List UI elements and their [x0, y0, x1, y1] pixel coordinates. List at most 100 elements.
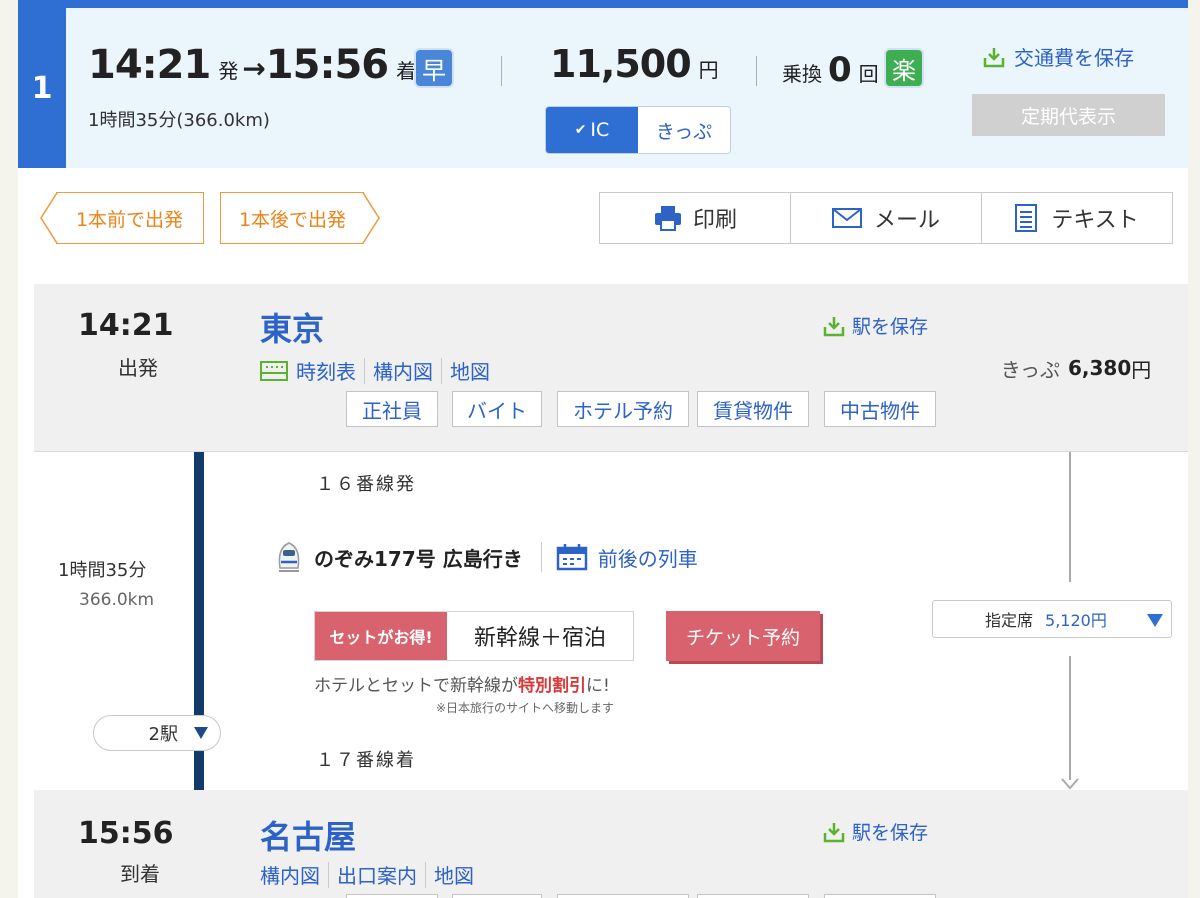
station-map-link[interactable]: 構内図: [260, 860, 320, 889]
save-station-label: 駅を保存: [852, 316, 929, 338]
departure-station-links: 時刻表 構内図 地図: [260, 356, 490, 385]
timetable-icon: [260, 360, 288, 381]
departure-station-name[interactable]: 東京: [260, 304, 324, 350]
tag-partial[interactable]: [824, 894, 936, 898]
departure-fare-panel: きっぷ 6,380 円: [964, 284, 1188, 452]
text-button[interactable]: テキスト: [981, 192, 1173, 244]
ic-label: IC: [590, 119, 610, 141]
transfer-unit: 回: [858, 62, 879, 86]
tag-hotel-booking[interactable]: ホテル予約: [557, 391, 689, 427]
tag-rental-property[interactable]: 賃貸物件: [697, 391, 809, 427]
stops-count: 2駅: [148, 724, 178, 745]
tag-partial[interactable]: [557, 894, 689, 898]
fast-badge-icon: 早: [414, 48, 454, 88]
departure-station-block: 14:21 出発 東京 駅を保存 時刻表 構内図 地図 正社員 バイト ホテル予…: [34, 284, 988, 452]
tag-parttime-jobs[interactable]: バイト: [452, 391, 542, 427]
divider: [501, 56, 502, 86]
adjacent-trains-link[interactable]: 前後の列車: [598, 543, 698, 572]
route-times: 14:21 発 → 15:56 着: [88, 42, 416, 88]
seat-type: 指定席: [985, 611, 1034, 630]
check-icon: ✔: [574, 122, 587, 138]
mail-button[interactable]: メール: [790, 192, 982, 244]
tag-fulltime-jobs[interactable]: 正社員: [346, 391, 438, 427]
download-icon: [983, 47, 1005, 67]
departure-time: 14:21: [78, 308, 174, 343]
divider: [540, 542, 542, 572]
arrow-down-icon: [1061, 778, 1079, 790]
arrow-icon: →: [242, 52, 266, 85]
ic-toggle-button[interactable]: ✔ IC: [546, 107, 638, 153]
fare-connector-line: [1069, 452, 1071, 582]
map-link[interactable]: 地図: [450, 356, 490, 385]
tag-partial[interactable]: [452, 894, 542, 898]
divider: [756, 56, 757, 86]
bullet-train-icon: [278, 542, 300, 572]
depart-suffix: 発: [218, 59, 239, 83]
tag-partial[interactable]: [697, 894, 809, 898]
next-train-label: 1本後で出発: [238, 208, 347, 231]
save-station-link[interactable]: 駅を保存: [822, 312, 928, 339]
station-map-link[interactable]: 構内図: [373, 356, 433, 385]
envelope-icon: [831, 208, 862, 228]
promo-title: 新幹線＋宿泊: [447, 612, 633, 660]
timetable-link[interactable]: 時刻表: [296, 356, 356, 385]
arrive-time: 15:56: [265, 42, 389, 88]
next-train-button[interactable]: 1本後で出発: [220, 191, 380, 244]
seat-price: 5,120円: [1045, 611, 1107, 630]
segment-distance: 366.0km: [79, 590, 155, 610]
commuter-pass-button[interactable]: 定期代表示: [972, 94, 1165, 136]
segment-duration: 1時間35分: [58, 560, 147, 581]
fare-value: 11,500: [550, 42, 692, 86]
fare-connector-line: [1069, 656, 1071, 780]
transfer-count: 0: [828, 50, 852, 90]
arrival-station-links: 構内図 出口案内 地図: [260, 860, 474, 889]
promo-subnote: ※日本旅行のサイトへ移動します: [436, 701, 615, 715]
promo-note-text: ホテルとセットで新幹線が: [314, 676, 518, 696]
ticket-reserve-button[interactable]: チケット予約: [666, 611, 820, 661]
previous-train-button[interactable]: 1本前で出発: [40, 191, 204, 244]
save-station-link[interactable]: 駅を保存: [822, 818, 928, 845]
previous-train-label: 1本前で出発: [75, 208, 184, 231]
train-info-row: のぞみ177号 広島行き 前後の列車: [274, 540, 698, 574]
divider: [328, 861, 329, 888]
hotel-set-promo[interactable]: セットがお得! 新幹線＋宿泊: [314, 611, 634, 661]
save-station-label: 駅を保存: [852, 822, 929, 844]
text-label: テキスト: [1051, 208, 1139, 233]
transfer-label: 乗換: [782, 62, 822, 86]
calendar-icon: [556, 544, 587, 571]
top-accent-bar: [18, 0, 1188, 8]
transfer-summary: 乗換 0 回: [782, 50, 879, 90]
chevron-right-icon: [362, 191, 380, 244]
save-cost-label: 交通費を保存: [1014, 46, 1134, 70]
divider: [34, 451, 1188, 452]
tag-partial[interactable]: [346, 894, 438, 898]
route-summary-header: 1 14:21 発 → 15:56 着 早 1時間35分(366.0km) 11…: [18, 8, 1188, 168]
promo-badge: セットがお得!: [315, 612, 447, 660]
print-button[interactable]: 印刷: [599, 192, 791, 244]
ticket-toggle-button[interactable]: きっぷ: [638, 107, 730, 153]
departure-status: 出発: [118, 356, 158, 380]
exit-guide-link[interactable]: 出口案内: [337, 860, 417, 889]
divider: [441, 357, 442, 384]
download-icon: [823, 316, 845, 336]
map-link[interactable]: 地図: [434, 860, 474, 889]
divider: [425, 861, 426, 888]
ticket-fare-label: きっぷ: [1000, 357, 1060, 382]
intermediate-stops-toggle[interactable]: 2駅: [93, 715, 221, 751]
departure-platform: １６番線発: [316, 474, 416, 495]
chevron-left-icon: [40, 191, 58, 244]
train-name: のぞみ177号 広島行き: [314, 546, 523, 571]
arrival-platform: １７番線着: [316, 750, 416, 771]
arrival-status: 到着: [120, 862, 160, 886]
seat-fare-select[interactable]: 指定席 5,120円: [932, 600, 1172, 638]
triangle-down-icon: [194, 727, 208, 739]
promo-note-suffix: に!: [586, 676, 610, 696]
dropdown-arrow-icon: [1147, 614, 1163, 627]
arrival-station-name[interactable]: 名古屋: [260, 812, 356, 858]
download-icon: [823, 822, 845, 842]
mail-label: メール: [873, 208, 940, 233]
tag-used-property[interactable]: 中古物件: [824, 391, 936, 427]
print-label: 印刷: [692, 208, 737, 233]
save-cost-link[interactable]: 交通費を保存: [982, 42, 1134, 71]
printer-icon: [654, 206, 681, 231]
